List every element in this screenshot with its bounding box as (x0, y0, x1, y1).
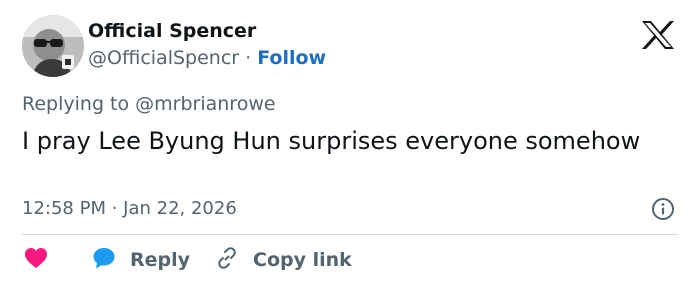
timestamp[interactable]: 12:58 PM · Jan 22, 2026 (22, 198, 237, 219)
avatar[interactable] (22, 15, 84, 77)
handle-separator: · (239, 47, 258, 69)
date-separator: · (105, 198, 124, 219)
like-button[interactable] (24, 247, 48, 273)
info-icon[interactable] (651, 197, 675, 221)
follow-button[interactable]: Follow (257, 47, 326, 69)
heart-icon (24, 247, 48, 273)
tweet-date[interactable]: Jan 22, 2026 (123, 198, 237, 219)
reply-label: Reply (130, 249, 191, 271)
tweet-card: Official Spencer @OfficialSpencr · Follo… (0, 0, 700, 287)
replying-to[interactable]: Replying to @mrbrianrowe (22, 93, 276, 115)
tweet-time[interactable]: 12:58 PM (22, 198, 106, 219)
link-icon (215, 246, 239, 274)
copy-link-label: Copy link (253, 249, 352, 271)
copy-link-button[interactable]: Copy link (215, 247, 352, 273)
author-handle[interactable]: @OfficialSpencr (88, 47, 239, 69)
divider (22, 234, 678, 235)
x-logo-icon[interactable] (640, 20, 676, 50)
reply-button[interactable]: Reply (92, 247, 190, 273)
tweet-text: I pray Lee Byung Hun surprises everyone … (22, 127, 641, 155)
author-handle-row: @OfficialSpencr · Follow (88, 47, 326, 69)
speech-bubble-icon (92, 246, 116, 274)
author-display-name[interactable]: Official Spencer (88, 20, 256, 42)
